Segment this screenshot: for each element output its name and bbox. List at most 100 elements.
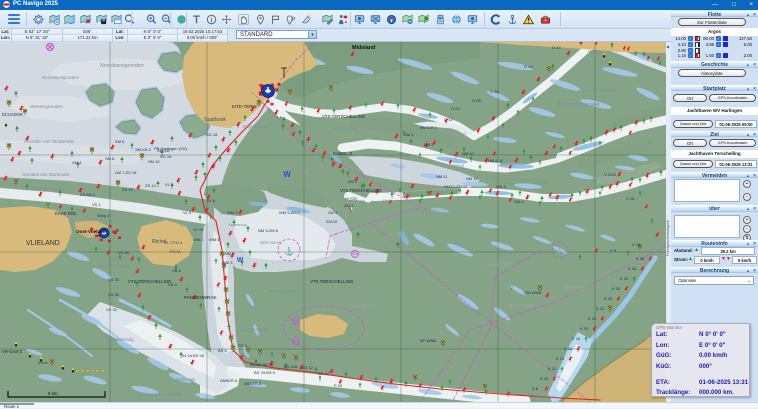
svg-text:Spathoek: Spathoek	[204, 117, 226, 123]
svg-text:⚓: ⚓	[556, 247, 563, 255]
svg-text:NM 5: NM 5	[424, 142, 434, 147]
svg-text:NM 11: NM 11	[436, 174, 448, 179]
svg-text:SM 10: SM 10	[148, 159, 160, 164]
svg-text:K 12: K 12	[548, 366, 557, 371]
svg-text:O 28: O 28	[472, 98, 481, 103]
svg-text:VH-A: VH-A	[38, 360, 48, 365]
svg-text:O 40: O 40	[524, 64, 533, 69]
svg-text:KAAP BOL: KAAP BOL	[55, 211, 77, 216]
svg-text:Noordwestgronden: Noordwestgronden	[100, 63, 144, 69]
svg-text:WM 7: WM 7	[224, 251, 235, 256]
svg-text:K 10: K 10	[540, 376, 549, 381]
svg-text:NM 9-ZM 8: NM 9-ZM 8	[258, 228, 279, 233]
svg-text:SG 16: SG 16	[160, 154, 172, 159]
svg-text:V 13: V 13	[632, 242, 641, 247]
svg-text:WM 3: WM 3	[222, 260, 233, 265]
svg-text:AM 7-ZS 16: AM 7-ZS 16	[115, 170, 137, 175]
svg-text:ANKER A: ANKER A	[220, 378, 238, 383]
svg-text:Groote Plaat: Groote Plaat	[300, 170, 329, 176]
svg-text:Doodemanshoek: Doodemanshoek	[583, 88, 617, 93]
svg-text:W: W	[237, 257, 244, 264]
svg-text:Groote Plaat: Groote Plaat	[288, 133, 313, 138]
svg-text:NM 14: NM 14	[466, 176, 479, 181]
svg-text:K 20: K 20	[580, 326, 589, 331]
svg-text:VL 6: VL 6	[207, 198, 216, 203]
svg-text:P 14: P 14	[334, 383, 343, 388]
svg-text:VLIELAND: VLIELAND	[26, 240, 60, 247]
svg-text:Terschellingerwad: Terschellingerwad	[558, 102, 600, 108]
svg-text:VTS TERSCHELLING: VTS TERSCHELLING	[128, 279, 172, 284]
svg-text:VS 30: VS 30	[108, 277, 120, 282]
svg-text:Engelschhoek: Engelschhoek	[243, 124, 270, 129]
svg-text:Wolfshoek: Wolfshoek	[176, 377, 196, 382]
svg-text:WM 4: WM 4	[209, 237, 220, 242]
svg-text:BS 7A BS 9: BS 7A BS 9	[254, 370, 276, 375]
svg-text:SM 8: SM 8	[105, 156, 115, 161]
svg-text:V 15: V 15	[626, 196, 635, 201]
svg-text:Wing 1: Wing 1	[97, 213, 110, 218]
svg-text:O 36: O 36	[490, 89, 499, 94]
svg-text:K 8: K 8	[532, 386, 539, 391]
svg-text:Ballastplaat: Ballastplaat	[510, 303, 534, 308]
svg-text:VS 26: VS 26	[118, 250, 130, 255]
svg-text:V-GAS: V-GAS	[604, 172, 617, 177]
svg-text:BP-WNB: BP-WNB	[420, 338, 436, 343]
svg-text:K 30: K 30	[612, 286, 621, 291]
svg-text:⚓: ⚓	[284, 246, 294, 256]
svg-text:OM 3: OM 3	[496, 184, 507, 189]
svg-text:Fransche Gaatje: Fransche Gaatje	[98, 264, 131, 269]
svg-text:ZS-KB 1: ZS-KB 1	[80, 192, 96, 197]
svg-text:FG 11: FG 11	[170, 249, 182, 254]
svg-text:O 12: O 12	[444, 117, 453, 122]
svg-text:NM 8: NM 8	[488, 158, 498, 163]
svg-text:K 36: K 36	[636, 256, 645, 261]
svg-text:Vlielanderbalg: Vlielanderbalg	[106, 337, 134, 342]
svg-text:K 22: K 22	[588, 316, 597, 321]
svg-text:VB 4: VB 4	[168, 282, 177, 287]
svg-text:Oost-Vlieland: Oost-Vlieland	[76, 229, 106, 234]
svg-text:ZS 13: ZS 13	[122, 187, 133, 192]
svg-text:OM-WNB: OM-WNB	[524, 290, 541, 295]
svg-text:WM 9-ZM 2: WM 9-ZM 2	[279, 210, 301, 215]
svg-text:BS 10A: BS 10A	[284, 364, 298, 369]
svg-text:Pannenplaats: Pannenplaats	[269, 289, 297, 294]
svg-text:WM 1: WM 1	[227, 210, 238, 215]
svg-text:O 24: O 24	[451, 106, 460, 111]
svg-text:ANKER B: ANKER B	[244, 381, 262, 386]
svg-text:BS 14: BS 14	[318, 371, 330, 376]
svg-text:ZM 4: ZM 4	[328, 210, 338, 215]
svg-text:ch [02]: ch [02]	[345, 196, 357, 201]
svg-text:Zuid Meep: Zuid Meep	[432, 207, 453, 212]
svg-text:Groote Plas: Groote Plas	[418, 184, 442, 189]
svg-text:SM-KB 2: SM-KB 2	[135, 147, 152, 152]
svg-text:NM13-ZM 10: NM13-ZM 10	[444, 184, 468, 189]
svg-text:VS 34: VS 34	[106, 307, 118, 312]
svg-text:OM 4: OM 4	[514, 199, 525, 204]
svg-text:V 9: V 9	[610, 248, 617, 253]
svg-text:Jetj es Zand: Jetj es Zand	[486, 262, 511, 267]
svg-text:NM 4: NM 4	[404, 132, 414, 137]
svg-text:Zuider Stortemelk: Zuider Stortemelk	[30, 186, 65, 191]
svg-text:PANNENWRAK: PANNENWRAK	[184, 295, 218, 300]
svg-text:VTS-TERSCHELLING: VTS-TERSCHELLING	[340, 188, 382, 193]
svg-text:ZM 3: ZM 3	[344, 203, 354, 208]
svg-text:Grienderwaard: Grienderwaard	[258, 351, 286, 356]
svg-text:Robbenhoek: Robbenhoek	[383, 198, 406, 203]
svg-text:VS 32: VS 32	[108, 292, 120, 297]
svg-text:ZM-W: ZM-W	[326, 219, 337, 224]
svg-text:BS 5: BS 5	[218, 348, 227, 353]
svg-text:SM 4: SM 4	[72, 160, 82, 165]
svg-text:Wantij: Wantij	[588, 49, 601, 54]
svg-text:K 16: K 16	[564, 346, 573, 351]
svg-text:KABEL-Z: KABEL-Z	[333, 151, 352, 156]
svg-text:VB 8: VB 8	[172, 268, 181, 273]
svg-text:VL 5: VL 5	[183, 210, 192, 215]
svg-text:P: P	[291, 17, 295, 23]
svg-text:Gronden van Stortemelk: Gronden van Stortemelk	[24, 139, 74, 144]
svg-text:K 18: K 18	[572, 336, 581, 341]
svg-text:K 14: K 14	[556, 356, 565, 361]
svg-text:NM 6-R 1: NM 6-R 1	[420, 125, 438, 130]
svg-text:Noordwestgronden: Noordwestgronden	[42, 75, 80, 80]
svg-text:SM 6: SM 6	[115, 139, 125, 144]
svg-text:VH-GAS-Z: VH-GAS-Z	[2, 349, 22, 354]
